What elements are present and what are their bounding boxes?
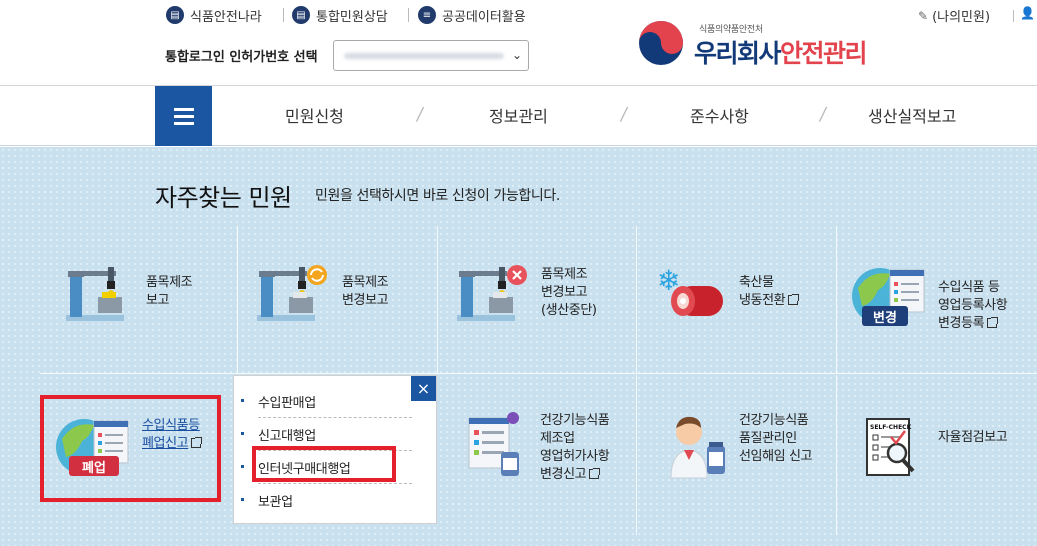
frozen-meat-icon: ❄	[657, 264, 723, 316]
document-icon: ▤	[292, 6, 310, 24]
tile-label: 품목제조 변경보고 (생산중단)	[541, 267, 597, 318]
self-check-clipboard-icon: SELF-CHECK	[866, 418, 915, 476]
user-icon[interactable]: 👤	[1020, 6, 1035, 20]
nav-item-info-management[interactable]: 정보관리	[489, 103, 548, 127]
tile-label: 건강기능식품 제조업 영업허가사항 변경신고	[540, 413, 610, 482]
tile-label: 자율점검보고	[938, 430, 1008, 445]
my-application-link[interactable]: ✎ (나의민원)	[918, 6, 991, 26]
close-icon[interactable]: ×	[411, 376, 436, 401]
frequent-services-panel: 자주찾는 민원 민원을 선택하시면 바로 신청이 가능합니다. 품목제조보고	[0, 147, 1037, 546]
section-title: 자주찾는 민원	[155, 184, 292, 212]
util-link-label: 식품안전나라	[190, 9, 262, 25]
util-link-civil-consult[interactable]: ▤ 통합민원상담	[292, 5, 388, 25]
document-icon: ▤	[166, 6, 184, 24]
popup-item-import-sales[interactable]: 수입판매업	[241, 392, 412, 411]
hamburger-menu-button[interactable]	[155, 86, 212, 146]
tile-label: 축산물 냉동전환	[739, 274, 800, 310]
util-link-label: 공공데이터활용	[442, 9, 526, 25]
nav-item-production-report[interactable]: 생산실적보고	[868, 103, 956, 127]
util-link-label: 통합민원상담	[316, 9, 388, 25]
tile-item-manufacture-report[interactable]: 품목제조 보고	[60, 252, 230, 332]
brand-title: 우리회사안전관리	[694, 39, 868, 68]
nav-divider: /	[818, 104, 828, 125]
tile-item-self-inspection-report[interactable]: SELF-CHECK 자율점검보고	[865, 415, 1037, 485]
status-badge: 변경	[862, 306, 908, 326]
global-nav: 민원신청 / 정보관리 / 준수사항 / 생산실적보고	[0, 86, 1037, 146]
edit-icon: ✎	[918, 8, 929, 23]
divider	[283, 8, 284, 22]
nav-divider: /	[619, 104, 629, 125]
highlight-box	[252, 446, 396, 482]
blurred-value	[344, 53, 504, 59]
nav-item-civil-application[interactable]: 민원신청	[285, 103, 344, 127]
external-link-icon	[987, 317, 999, 328]
divider	[408, 8, 409, 22]
tile-item-health-food-license-change[interactable]: 건강기능식품 제조업 영업허가사항 변경신고	[465, 412, 635, 497]
tile-label: 품목제조 보고	[146, 275, 193, 308]
svg-text:SELF-CHECK: SELF-CHECK	[870, 424, 912, 431]
external-link-icon	[589, 468, 601, 479]
tile-label: 건강기능식품 품질관리인 선임해임 신고	[739, 413, 813, 464]
factory-machine-icon	[66, 267, 124, 321]
highlight-box	[40, 395, 221, 502]
document-bottle-icon	[468, 412, 519, 476]
tile-label: 품목제조 변경보고	[342, 275, 389, 308]
factory-machine-stop-icon	[457, 265, 527, 321]
nav-item-compliance[interactable]: 준수사항	[690, 103, 749, 127]
chevron-down-icon: ⌄	[511, 48, 522, 62]
tile-item-quality-manager-appointment[interactable]: 건강기능식품 품질관리인 선임해임 신고	[665, 412, 830, 497]
util-link-food-safety[interactable]: ▤ 식품안전나라	[166, 5, 262, 25]
pharmacist-icon	[670, 416, 725, 479]
nav-divider: /	[415, 104, 425, 125]
section-description: 민원을 선택하시면 바로 신청이 가능합니다.	[315, 188, 560, 204]
tile-item-livestock-freeze-conversion[interactable]: ❄ 축산물 냉동전환	[655, 252, 830, 332]
my-application-label: (나의민원)	[932, 10, 991, 25]
tile-label: 수입식품 등 영업등록사항 변경등록	[938, 280, 1008, 331]
license-select[interactable]: ⌄	[333, 40, 529, 71]
header: ▤ 식품안전나라 ▤ 통합민원상담 ≡ 공공데이터활용 통합로그인 인허가번호 …	[0, 0, 1037, 86]
taegeuk-emblem-icon	[639, 21, 683, 65]
login-label: 통합로그인 인허가번호 선택	[165, 50, 318, 65]
brand-logo[interactable]: 식품의약품안전처 우리회사안전관리	[638, 18, 878, 68]
tile-item-manufacture-change-report[interactable]: 품목제조 변경보고	[255, 252, 430, 332]
external-link-icon	[788, 294, 800, 305]
divider	[1013, 10, 1014, 22]
util-link-public-data[interactable]: ≡ 공공데이터활용	[418, 5, 526, 25]
popup-item-storage[interactable]: 보관업	[241, 491, 412, 510]
factory-machine-refresh-icon	[257, 265, 327, 321]
tile-item-import-registration-change[interactable]: 변경 수입식품 등 영업등록사항 변경등록	[850, 252, 1037, 342]
tile-item-production-stop-report[interactable]: 품목제조 변경보고 (생산중단)	[455, 252, 630, 337]
popup-item-filing-agency[interactable]: 신고대행업	[241, 425, 412, 444]
database-icon: ≡	[418, 6, 436, 24]
